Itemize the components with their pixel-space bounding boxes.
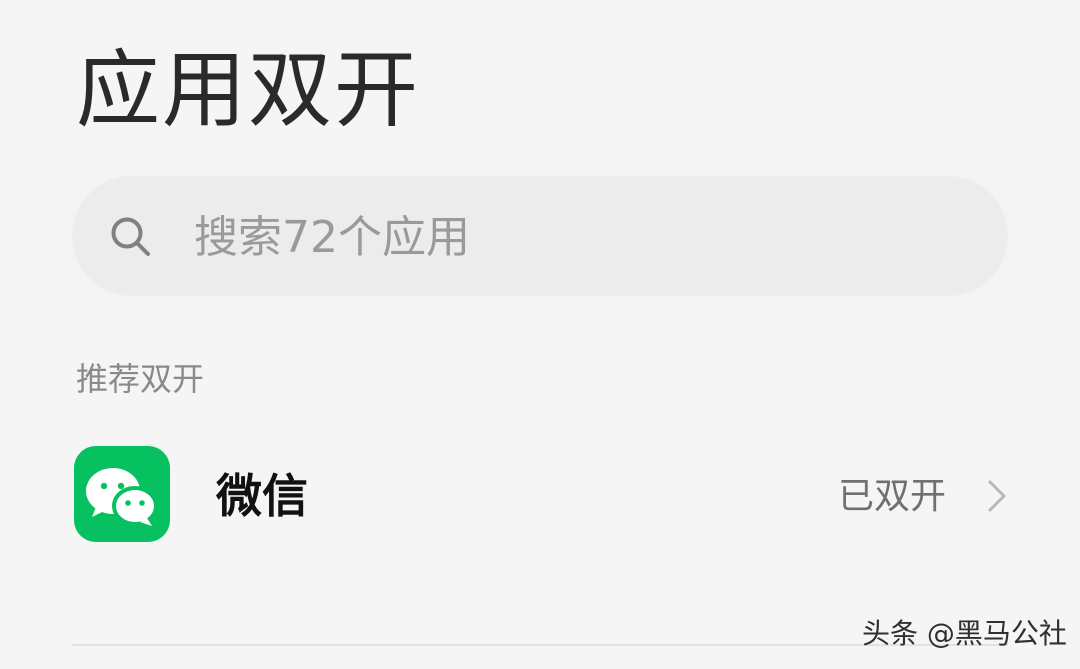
watermark-text: 头条 @黑马公社 xyxy=(862,617,1067,650)
search-icon xyxy=(108,214,154,260)
section-header: 推荐双开 xyxy=(76,360,205,398)
app-row-wechat[interactable]: 微信 已双开 xyxy=(0,430,1080,560)
app-name: 微信 xyxy=(216,469,308,523)
wechat-icon-graphic xyxy=(86,468,158,526)
chevron-right-icon[interactable] xyxy=(984,476,1010,516)
search-icon-graphic xyxy=(111,217,150,256)
page-title: 应用双开 xyxy=(76,41,421,139)
wechat-icon xyxy=(74,446,170,542)
chevron-right-graphic xyxy=(988,480,1006,512)
app-status: 已双开 xyxy=(838,476,947,517)
search-placeholder[interactable]: 搜索72个应用 xyxy=(194,206,470,270)
